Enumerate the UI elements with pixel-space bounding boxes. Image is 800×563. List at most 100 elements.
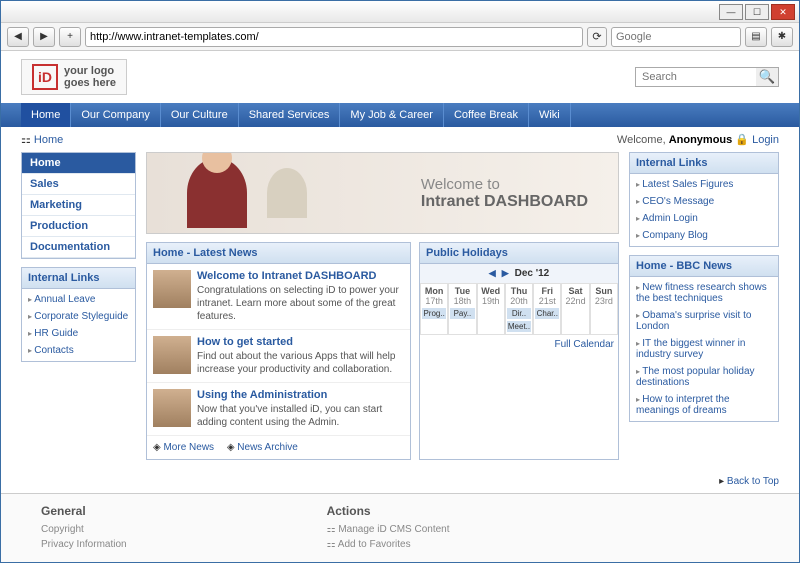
sidenav-production[interactable]: Production: [22, 216, 135, 237]
panel-header: Home - BBC News: [630, 256, 778, 277]
url-input[interactable]: [85, 27, 583, 47]
news-item[interactable]: Using the AdministrationNow that you've …: [147, 383, 410, 436]
minimize-button[interactable]: —: [719, 4, 743, 20]
site-search-input[interactable]: [636, 68, 756, 86]
browser-search-input[interactable]: [611, 27, 741, 47]
cal-month: Dec '12: [515, 268, 550, 279]
breadcrumb-home[interactable]: Home: [34, 134, 63, 146]
person-image-2: [267, 168, 307, 218]
footer: General Copyright Privacy Information Ac…: [1, 493, 799, 562]
news-thumb: [153, 270, 191, 308]
welcome-text: Welcome, Anonymous 🔒 Login: [617, 133, 779, 146]
cal-cell[interactable]: Wed19th: [477, 283, 505, 335]
footer-general: General Copyright Privacy Information: [41, 504, 127, 552]
login-link[interactable]: Login: [752, 134, 779, 146]
nav-wiki[interactable]: Wiki: [529, 103, 571, 127]
nav-shared-services[interactable]: Shared Services: [239, 103, 341, 127]
breadcrumb: ⚏ Home: [21, 133, 63, 146]
link-contacts[interactable]: Contacts: [22, 342, 135, 359]
link-hr-guide[interactable]: HR Guide: [22, 325, 135, 342]
calendar-header: Public Holidays: [420, 243, 618, 264]
bbc-item[interactable]: Obama's surprise visit to London: [630, 307, 778, 335]
link-sales-figures[interactable]: Latest Sales Figures: [630, 176, 778, 193]
banner-text: Welcome toIntranet DASHBOARD: [421, 176, 588, 211]
nav-our-culture[interactable]: Our Culture: [161, 103, 239, 127]
close-button[interactable]: ✕: [771, 4, 795, 20]
page-menu-icon[interactable]: ▤: [745, 27, 767, 47]
settings-icon[interactable]: ✱: [771, 27, 793, 47]
bbc-news-panel: Home - BBC News New fitness research sho…: [629, 255, 779, 422]
link-admin-login[interactable]: Admin Login: [630, 210, 778, 227]
back-to-top-link[interactable]: Back to Top: [727, 476, 779, 487]
more-news-link[interactable]: More News: [163, 442, 214, 453]
news-header: Home - Latest News: [147, 243, 410, 264]
cal-cell[interactable]: Mon17thProg..: [420, 283, 448, 335]
footer-actions: Actions ⚏ Manage iD CMS Content ⚏ Add to…: [327, 504, 450, 552]
add-button[interactable]: +: [59, 27, 81, 47]
link-annual-leave[interactable]: Annual Leave: [22, 291, 135, 308]
panel-header: Internal Links: [22, 268, 135, 289]
bbc-item[interactable]: The most popular holiday destinations: [630, 363, 778, 391]
browser-window: — ☐ ✕ ◀ ▶ + ⟳ ▤ ✱ iD your logogoes here …: [0, 0, 800, 563]
footer-copyright[interactable]: Copyright: [41, 522, 127, 537]
cal-cell[interactable]: Thu20thDir..Meet..: [505, 283, 533, 335]
footer-manage-cms[interactable]: ⚏ Manage iD CMS Content: [327, 522, 450, 537]
site-search: 🔍: [635, 67, 779, 87]
left-sidebar: Home Sales Marketing Production Document…: [21, 152, 136, 460]
cal-cell[interactable]: Fri21stChar..: [533, 283, 561, 335]
panel-header: Internal Links: [630, 153, 778, 174]
link-ceo-message[interactable]: CEO's Message: [630, 193, 778, 210]
bbc-item[interactable]: New fitness research shows the best tech…: [630, 279, 778, 307]
full-calendar-link[interactable]: Full Calendar: [555, 339, 614, 350]
main-column: Welcome toIntranet DASHBOARD Home - Late…: [146, 152, 619, 460]
right-internal-links: Internal Links Latest Sales Figures CEO'…: [629, 152, 779, 247]
nav-home[interactable]: Home: [21, 103, 71, 127]
site-header: iD your logogoes here 🔍: [1, 51, 799, 103]
sidenav-sales[interactable]: Sales: [22, 174, 135, 195]
site-logo[interactable]: iD your logogoes here: [21, 59, 127, 95]
news-archive-link[interactable]: News Archive: [237, 442, 298, 453]
logo-text: your logogoes here: [64, 65, 116, 89]
link-corporate-styleguide[interactable]: Corporate Styleguide: [22, 308, 135, 325]
browser-toolbar: ◀ ▶ + ⟳ ▤ ✱: [1, 23, 799, 51]
person-image: [187, 158, 247, 228]
sidenav-home[interactable]: Home: [22, 153, 135, 174]
forward-button[interactable]: ▶: [33, 27, 55, 47]
calendar-grid: Mon17thProg..Tue18thPay..Wed19thThu20thD…: [420, 283, 618, 335]
breadcrumb-bar: ⚏ Home Welcome, Anonymous 🔒 Login: [1, 127, 799, 152]
cal-cell[interactable]: Sat22nd: [561, 283, 589, 335]
site-search-button[interactable]: 🔍: [756, 68, 778, 86]
bbc-item[interactable]: How to interpret the meanings of dreams: [630, 391, 778, 419]
news-footer-links: ◈ More News ◈ News Archive: [147, 436, 410, 459]
cal-cell[interactable]: Sun23rd: [590, 283, 618, 335]
calendar-panel: Public Holidays ◀ ▶ Dec '12 Mon17thProg.…: [419, 242, 619, 460]
back-to-top: ▸ Back to Top: [1, 470, 799, 493]
news-thumb: [153, 389, 191, 427]
logo-icon: iD: [32, 64, 58, 90]
maximize-button[interactable]: ☐: [745, 4, 769, 20]
news-thumb: [153, 336, 191, 374]
page-content: iD your logogoes here 🔍 Home Our Company…: [1, 51, 799, 562]
reload-button[interactable]: ⟳: [587, 27, 607, 47]
news-item[interactable]: Welcome to Intranet DASHBOARDCongratulat…: [147, 264, 410, 330]
footer-privacy[interactable]: Privacy Information: [41, 537, 127, 552]
link-company-blog[interactable]: Company Blog: [630, 227, 778, 244]
sidenav-marketing[interactable]: Marketing: [22, 195, 135, 216]
news-item[interactable]: How to get startedFind out about the var…: [147, 330, 410, 383]
lock-icon: 🔒: [735, 134, 749, 146]
side-nav: Home Sales Marketing Production Document…: [21, 152, 136, 259]
left-internal-links: Internal Links Annual Leave Corporate St…: [21, 267, 136, 362]
news-panel: Home - Latest News Welcome to Intranet D…: [146, 242, 411, 460]
welcome-banner: Welcome toIntranet DASHBOARD: [146, 152, 619, 234]
cal-prev[interactable]: ◀: [489, 268, 496, 279]
nav-coffee-break[interactable]: Coffee Break: [444, 103, 529, 127]
back-button[interactable]: ◀: [7, 27, 29, 47]
footer-add-favorites[interactable]: ⚏ Add to Favorites: [327, 537, 450, 552]
sidenav-documentation[interactable]: Documentation: [22, 237, 135, 258]
nav-our-company[interactable]: Our Company: [71, 103, 160, 127]
cal-next[interactable]: ▶: [502, 268, 509, 279]
cal-cell[interactable]: Tue18thPay..: [448, 283, 476, 335]
nav-my-job[interactable]: My Job & Career: [340, 103, 444, 127]
right-sidebar: Internal Links Latest Sales Figures CEO'…: [629, 152, 779, 460]
bbc-item[interactable]: IT the biggest winner in industry survey: [630, 335, 778, 363]
